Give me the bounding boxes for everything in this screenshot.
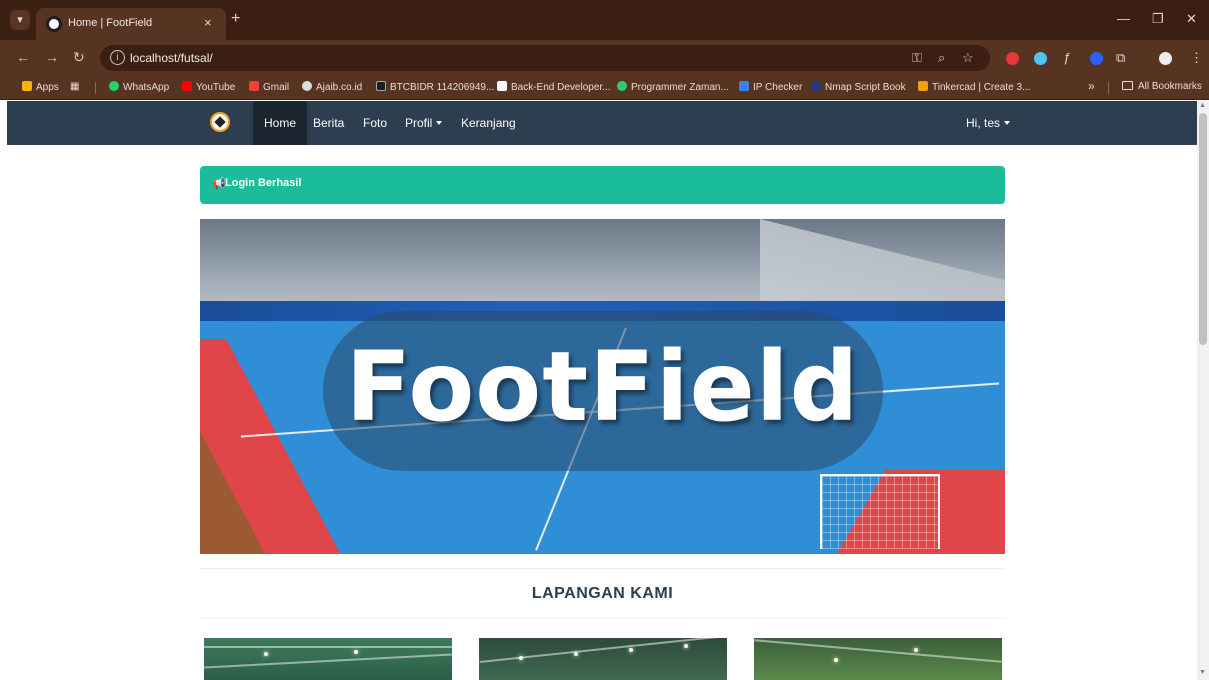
bookmark-separator xyxy=(1108,82,1109,94)
roof-beam xyxy=(204,653,452,669)
scroll-down-icon[interactable]: ▼ xyxy=(1199,669,1206,676)
more-bookmarks-icon[interactable]: » xyxy=(1088,79,1095,93)
soccer-ball-logo-icon[interactable] xyxy=(210,112,230,132)
section-divider xyxy=(200,618,1005,619)
bookmark-btcbidr[interactable]: BTCBIDR 114206949... xyxy=(376,81,494,93)
bookmarks-bar: Apps ▦ WhatsApp YouTube Gmail Ajaib.co.i… xyxy=(0,76,1209,100)
page-viewport: Home Berita Foto Profil Keranjang Hi, te… xyxy=(0,101,1209,680)
hero-goal-net xyxy=(820,474,940,549)
nav-keranjang[interactable]: Keranjang xyxy=(450,101,527,145)
whatsapp-icon xyxy=(109,81,119,91)
field-card-1[interactable] xyxy=(204,638,452,680)
extension-blue-icon[interactable] xyxy=(1034,52,1047,65)
nmap-eye-icon xyxy=(811,81,821,91)
extension-red-icon[interactable] xyxy=(1006,52,1019,65)
ceiling-light xyxy=(834,658,838,662)
nav-berita[interactable]: Berita xyxy=(302,101,355,145)
bookmark-separator xyxy=(95,82,96,94)
roof-beam xyxy=(754,639,1002,663)
bullhorn-icon: 📢 xyxy=(212,178,226,190)
folder-icon xyxy=(1122,81,1133,90)
gmail-icon xyxy=(249,81,259,91)
caret-down-icon xyxy=(1004,121,1011,125)
restore-icon[interactable]: ❐ xyxy=(1152,11,1164,27)
browser-menu-icon[interactable]: ⋮ xyxy=(1190,50,1203,66)
soccer-ball-favicon-icon xyxy=(46,16,62,32)
bookmark-ajaib[interactable]: Ajaib.co.id xyxy=(302,81,362,93)
section-title: LAPANGAN KAMI xyxy=(531,585,674,602)
address-bar[interactable]: i localhost/futsal/ ⚿ ⌕ ☆ xyxy=(100,45,990,71)
nav-profil[interactable]: Profil xyxy=(394,101,453,145)
bookmark-tinkercad[interactable]: Tinkercad | Create 3... xyxy=(918,81,1030,93)
login-success-alert: 📢 Login Berhasil xyxy=(200,166,1005,204)
extension-shield-icon[interactable] xyxy=(1090,52,1103,65)
close-window-icon[interactable]: ✕ xyxy=(1186,11,1197,27)
tradingview-icon xyxy=(376,81,386,91)
tab-groups-icon[interactable]: ▦ xyxy=(70,81,79,92)
zoom-icon[interactable]: ⌕ xyxy=(938,50,945,66)
bookmark-programmer-zaman[interactable]: Programmer Zaman... xyxy=(617,81,729,93)
page-scrollbar[interactable]: ▲ ▼ xyxy=(1197,101,1209,680)
bookmark-whatsapp[interactable]: WhatsApp xyxy=(109,81,169,93)
ceiling-light xyxy=(914,648,918,652)
field-card-3[interactable] xyxy=(754,638,1002,680)
back-icon[interactable]: ← xyxy=(16,49,30,65)
scrollbar-thumb[interactable] xyxy=(1199,113,1207,345)
ceiling-light xyxy=(629,648,633,652)
site-navbar: Home Berita Foto Profil Keranjang Hi, te… xyxy=(7,101,1197,145)
nav-home[interactable]: Home xyxy=(253,101,308,145)
backend-developer-icon xyxy=(497,81,507,91)
forward-icon[interactable]: → xyxy=(45,49,59,65)
roof-beam xyxy=(479,638,727,663)
youtube-icon xyxy=(182,81,192,91)
ceiling-light xyxy=(684,644,688,648)
nav-foto[interactable]: Foto xyxy=(352,101,398,145)
bookmark-gmail[interactable]: Gmail xyxy=(249,81,289,93)
programmer-zaman-icon xyxy=(617,81,627,91)
alert-text: Login Berhasil xyxy=(225,177,302,189)
password-key-icon[interactable]: ⚿ xyxy=(912,50,922,66)
bookmark-youtube[interactable]: YouTube xyxy=(182,81,235,93)
ceiling-light xyxy=(574,652,578,656)
hero-banner: FootField xyxy=(200,219,1005,554)
reload-icon[interactable]: ↻ xyxy=(73,49,85,66)
hero-title: FootField xyxy=(345,331,860,443)
profile-avatar-icon[interactable] xyxy=(1159,52,1172,65)
address-url[interactable]: localhost/futsal/ xyxy=(130,51,213,65)
user-menu[interactable]: Hi, tes xyxy=(955,101,1021,145)
extensions-puzzle-icon[interactable]: ⧉ xyxy=(1116,50,1125,66)
tab-close-icon[interactable]: × xyxy=(204,15,212,30)
browser-toolbar: ← → ↻ i localhost/futsal/ ⚿ ⌕ ☆ ƒ ⧉ ⋮ xyxy=(0,40,1209,76)
minimize-icon[interactable]: — xyxy=(1117,11,1130,26)
ceiling-light xyxy=(519,656,523,660)
bookmark-nmap[interactable]: Nmap Script Book xyxy=(811,81,906,93)
tinkercad-icon xyxy=(918,81,928,91)
ajaib-icon xyxy=(302,81,312,91)
all-bookmarks[interactable]: All Bookmarks xyxy=(1122,81,1202,92)
tab-search-icon[interactable]: ▾ xyxy=(10,10,30,30)
extension-font-icon[interactable]: ƒ xyxy=(1063,50,1070,65)
tab-title: Home | FootField xyxy=(68,17,153,29)
field-card-2[interactable] xyxy=(479,638,727,680)
caret-down-icon xyxy=(436,121,443,125)
bookmark-backend-developer[interactable]: Back-End Developer... xyxy=(497,81,611,93)
bookmark-star-icon[interactable]: ☆ xyxy=(962,50,974,66)
scroll-up-icon[interactable]: ▲ xyxy=(1199,102,1206,109)
site-info-icon[interactable]: i xyxy=(110,50,125,65)
new-tab-icon[interactable]: + xyxy=(231,10,240,28)
ceiling-light xyxy=(354,650,358,654)
bookmark-apps[interactable]: Apps xyxy=(22,81,59,93)
roof-beam xyxy=(204,646,452,648)
browser-tab[interactable]: Home | FootField × xyxy=(36,8,226,40)
ceiling-light xyxy=(264,652,268,656)
browser-tabstrip: ▾ Home | FootField × + — ❐ ✕ xyxy=(0,0,1209,40)
ip-checker-icon xyxy=(739,81,749,91)
bookmark-ip-checker[interactable]: IP Checker xyxy=(739,81,802,93)
section-divider xyxy=(200,568,1005,569)
apps-grid-icon xyxy=(22,81,32,91)
